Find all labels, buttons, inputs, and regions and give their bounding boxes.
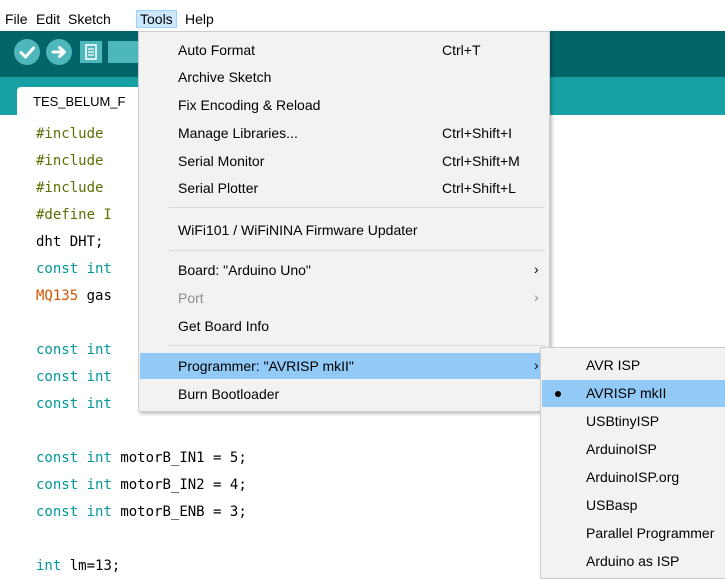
menu-item-board[interactable]: Board: "Arduino Uno" › [140,257,548,283]
arrow-right-icon [51,46,66,58]
open-sketch-button[interactable] [108,41,138,63]
chevron-right-icon: › [534,357,539,373]
menu-separator [169,250,545,251]
menu-item-archive-sketch[interactable]: Archive Sketch [140,64,548,90]
menu-item-serial-plotter[interactable]: Serial Plotter Ctrl+Shift+L [140,175,548,201]
code-line: const int [36,342,112,358]
menu-tools[interactable]: Tools [136,10,177,28]
menu-item-programmer[interactable]: Programmer: "AVRISP mkII" › [140,353,548,379]
programmer-option[interactable]: ArduinoISP.org [542,464,725,491]
chevron-right-icon: › [534,261,539,277]
menu-separator [169,345,545,346]
menu-separator [169,207,545,208]
programmer-submenu: AVR ISP AVRISP mkII USBtinyISP ArduinoIS… [540,347,725,579]
menu-file[interactable]: File [2,11,31,27]
code-line: #include [36,180,104,196]
menu-item-wifi-updater[interactable]: WiFi101 / WiFiNINA Firmware Updater [140,217,548,243]
code-line: const int motorB_IN2 = 4; [36,477,247,493]
upload-button[interactable] [46,39,72,65]
radio-dot-icon [555,391,561,397]
chevron-right-icon: › [534,289,539,305]
programmer-option[interactable]: AVR ISP [542,352,725,379]
code-line: dht DHT; [36,234,104,250]
menu-item-fix-encoding[interactable]: Fix Encoding & Reload [140,92,548,118]
code-line: const int motorB_ENB = 3; [36,504,247,520]
code-line: const int [36,396,112,412]
programmer-option-selected[interactable]: AVRISP mkII [542,380,725,407]
menu-item-get-board-info[interactable]: Get Board Info [140,313,548,339]
verify-button[interactable] [14,39,40,65]
menu-help[interactable]: Help [182,11,217,27]
programmer-option[interactable]: USBasp [542,492,725,519]
new-sketch-button[interactable] [80,41,102,63]
programmer-option[interactable]: USBtinyISP [542,408,725,435]
programmer-option[interactable]: ArduinoISP [542,436,725,463]
code-type-token: MQ135 [36,288,79,304]
menu-item-port: Port › [178,289,539,306]
menu-bar: File Edit Sketch Tools Help [0,0,725,31]
programmer-option[interactable]: Arduino as ISP [542,548,725,575]
code-line: const int motorB_IN1 = 5; [36,450,247,466]
menu-item-auto-format[interactable]: Auto Format Ctrl+T [140,37,548,63]
programmer-option[interactable]: Parallel Programmer [542,520,725,547]
tab-sketch-label: TES_BELUM_F [33,94,126,109]
menu-item-serial-monitor[interactable]: Serial Monitor Ctrl+Shift+M [140,148,548,174]
checkmark-icon [19,46,35,59]
code-line: const int [36,261,112,277]
code-line: #include [36,153,104,169]
code-line: const int [36,369,112,385]
menu-sketch[interactable]: Sketch [65,11,114,27]
code-line: int lm=13; [36,558,121,574]
menu-edit[interactable]: Edit [33,11,63,27]
document-icon [85,44,97,60]
tools-menu: Auto Format Ctrl+T Archive Sketch Fix En… [138,31,550,412]
code-line: #define I [36,207,112,223]
menu-item-burn-bootloader[interactable]: Burn Bootloader [140,381,548,407]
code-line: MQ135 gas [36,288,112,304]
menu-item-manage-libraries[interactable]: Manage Libraries... Ctrl+Shift+I [140,120,548,146]
code-line: #include [36,126,104,142]
